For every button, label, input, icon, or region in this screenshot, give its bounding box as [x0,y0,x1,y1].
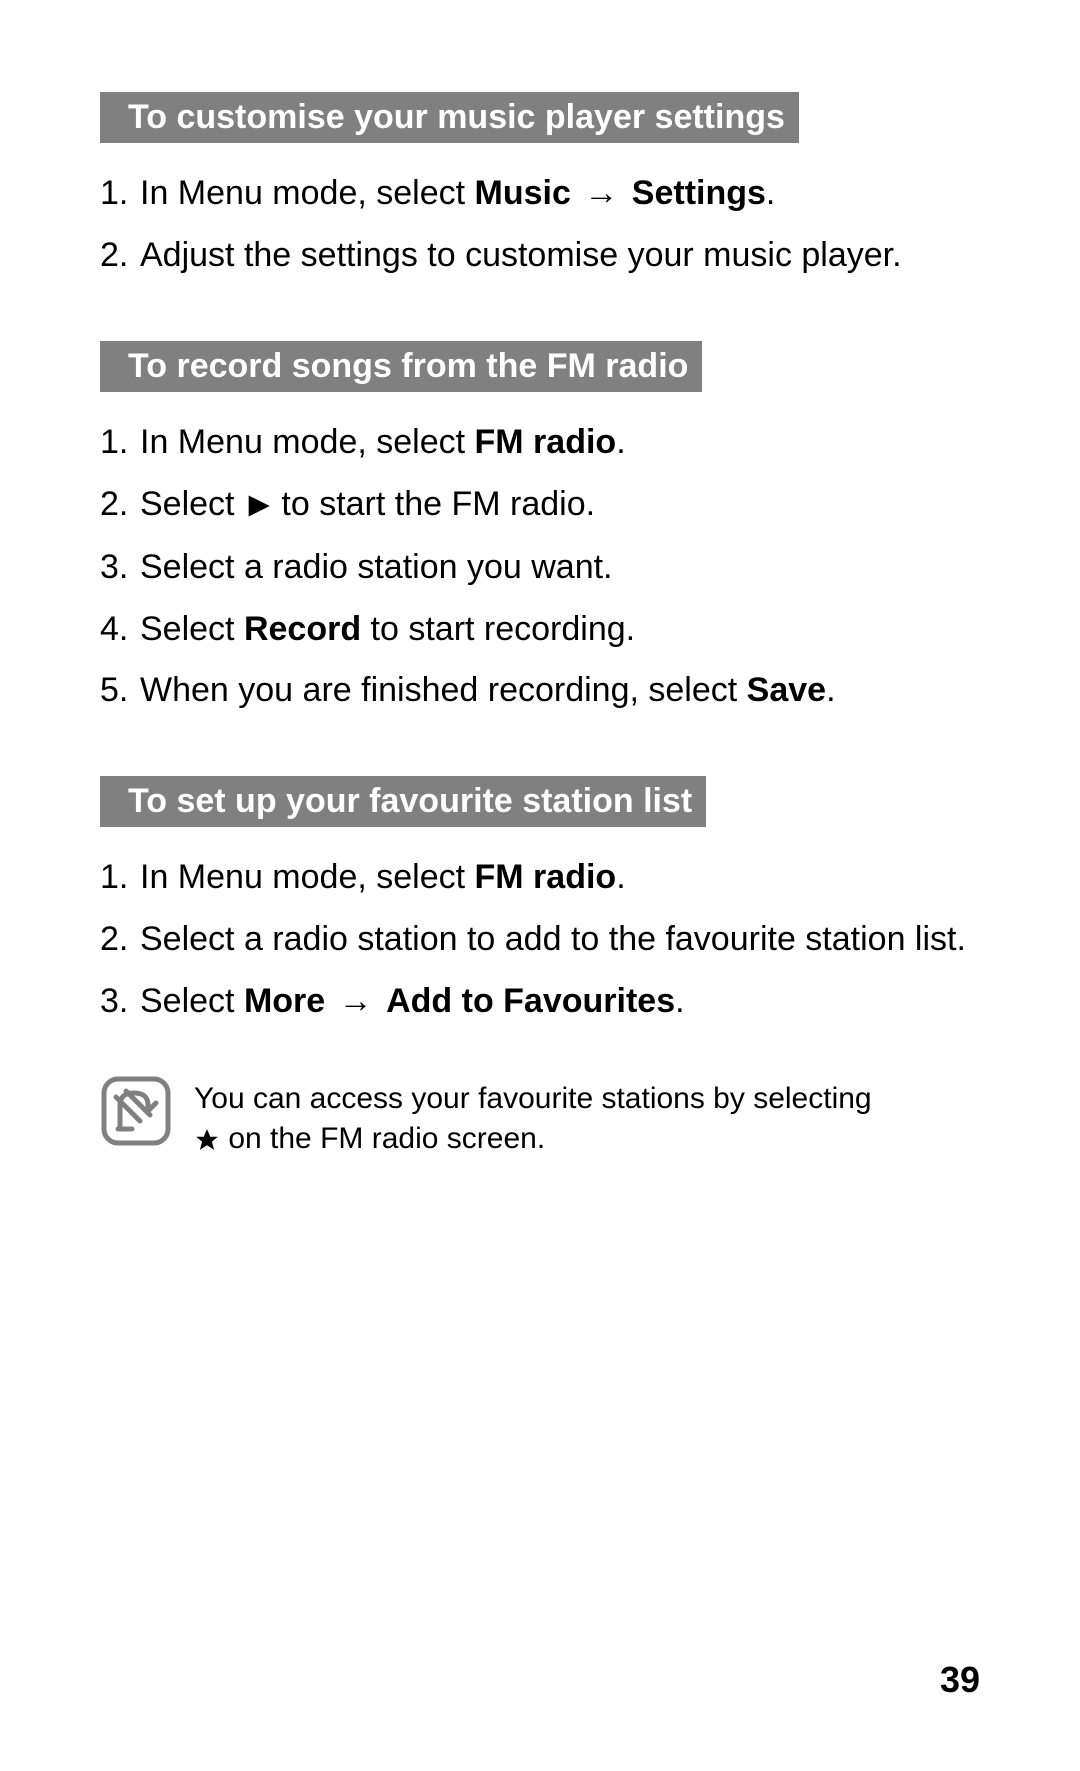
note-icon [100,1075,172,1147]
step-item: 5.When you are finished recording, selec… [100,668,980,714]
text [325,982,334,1020]
text: When you are finished recording, select [140,671,747,709]
manual-page: To customise your music player settings 1… [0,0,1080,1771]
text: to start recording. [361,610,635,648]
step-number: 3. [100,979,140,1025]
step-item: 3.Select More → Add to Favourites. [100,979,980,1025]
step-body: Select to start the FM radio. [140,482,980,529]
step-item: 1.In Menu mode, select Music → Settings. [100,171,980,217]
step-body: Select Record to start recording. [140,607,980,653]
section-heading: To record songs from the FM radio [100,341,702,392]
step-number: 3. [100,545,140,591]
step-item: 2. Adjust the settings to customise your… [100,233,980,279]
step-list: 1.In Menu mode, select FM radio.2.Select… [100,855,980,1025]
arrow-icon: → [580,171,622,217]
step-number: 4. [100,607,140,653]
star-icon [194,1120,220,1161]
step-item: 1.In Menu mode, select FM radio. [100,855,980,901]
text: Select [140,485,244,523]
step-body: In Menu mode, select FM radio. [140,855,980,901]
text: . [826,671,835,709]
bold-text: Save [747,671,826,709]
text: In Menu mode, select [140,423,475,461]
step-number: 1. [100,171,140,217]
text: Select a radio station to add to the fav… [140,920,966,958]
text: You can access your favourite stations b… [194,1082,872,1115]
bold-text: FM radio [475,858,617,896]
bold-text: Add to Favourites [386,982,675,1020]
text [571,174,580,212]
step-number: 2. [100,233,140,279]
text: to start the FM radio. [272,485,595,523]
step-body: When you are finished recording, select … [140,668,980,714]
text: Select [140,610,244,648]
step-body: Adjust the settings to customise your mu… [140,233,980,279]
text: . [616,858,625,896]
text [622,174,631,212]
step-item: 2.Select a radio station to add to the f… [100,917,980,963]
page-number: 39 [940,1659,980,1701]
note: You can access your favourite stations b… [100,1075,980,1161]
step-number: 2. [100,482,140,529]
text: . [675,982,684,1020]
step-list: 1.In Menu mode, select Music → Settings.… [100,171,980,279]
step-body: Select More → Add to Favourites. [140,979,980,1025]
bold-text: Record [244,610,361,648]
note-text: You can access your favourite stations b… [194,1075,904,1161]
section-heading: To set up your favourite station list [100,776,706,827]
text: Adjust the settings to customise your mu… [140,236,902,274]
text: . [766,174,775,212]
text: In Menu mode, select [140,174,475,212]
text [377,982,386,1020]
step-item: 3.Select a radio station you want. [100,545,980,591]
step-item: 1.In Menu mode, select FM radio. [100,420,980,466]
step-list: 1.In Menu mode, select FM radio.2.Select… [100,420,980,715]
arrow-icon: → [335,979,377,1025]
section-heading: To customise your music player settings [100,92,799,143]
text: . [616,423,625,461]
bold-text: Music [475,174,571,212]
text: Select [140,982,244,1020]
step-body: Select a radio station to add to the fav… [140,917,980,963]
step-number: 1. [100,420,140,466]
bold-text: More [244,982,325,1020]
text: on the FM radio screen. [220,1122,545,1155]
step-body: Select a radio station you want. [140,545,980,591]
text: In Menu mode, select [140,858,475,896]
step-number: 5. [100,668,140,714]
step-body: In Menu mode, select FM radio. [140,420,980,466]
step-number: 2. [100,917,140,963]
bold-text: Settings [632,174,766,212]
step-number: 1. [100,855,140,901]
step-item: 4.Select Record to start recording. [100,607,980,653]
step-item: 2.Select to start the FM radio. [100,482,980,529]
step-body: In Menu mode, select Music → Settings. [140,171,980,217]
bold-text: FM radio [475,423,617,461]
play-icon [244,483,272,529]
text: Select a radio station you want. [140,548,613,586]
